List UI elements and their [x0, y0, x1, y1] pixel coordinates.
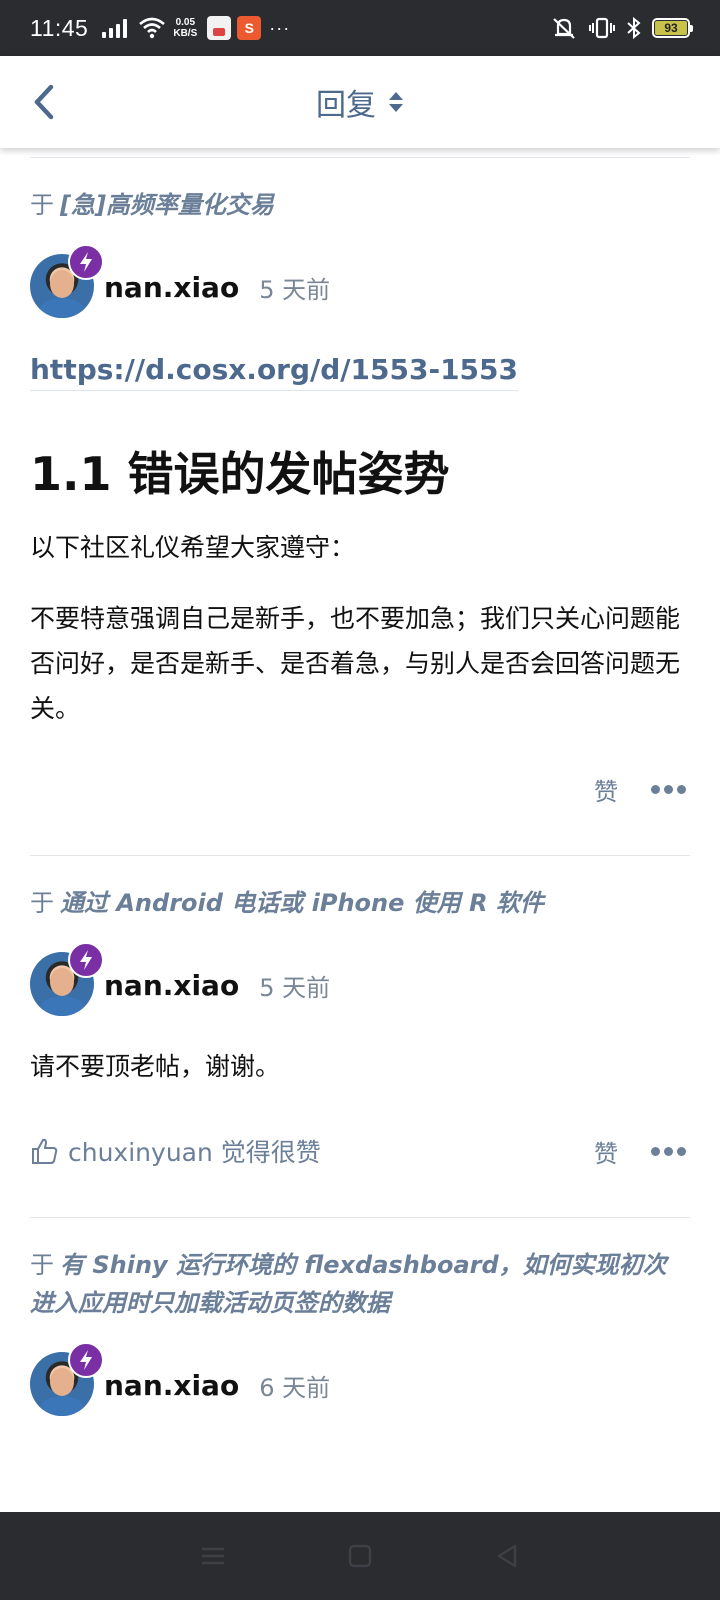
post-paragraph: 请不要顶老帖，谢谢。 — [30, 1052, 281, 1081]
author-name[interactable]: nan.xiao — [104, 271, 239, 304]
more-notifications-icon: ··· — [269, 17, 291, 38]
mute-icon — [553, 18, 575, 39]
post-actions: 赞 — [30, 759, 690, 819]
status-time: 11:45 — [30, 14, 89, 41]
more-options-icon[interactable] — [646, 774, 690, 804]
author-name[interactable]: nan.xiao — [104, 1369, 239, 1402]
menu-icon[interactable] — [199, 1542, 227, 1570]
liked-by-text: chuxinyuan 觉得很赞 — [68, 1138, 321, 1167]
post-context[interactable]: 于 [急]高频率量化交易 — [30, 158, 690, 224]
wifi-icon — [139, 17, 166, 39]
reply-post: 于有 Shiny 运行环境的 flexdashboard，如何实现初次进入应用时… — [30, 1218, 690, 1418]
post-time[interactable]: 6 天前 — [259, 1368, 330, 1403]
sort-icon — [389, 92, 403, 112]
system-nav-bar — [0, 1512, 720, 1600]
like-button[interactable]: 赞 — [586, 772, 626, 807]
reply-post: 于通过 Android 电话或 iPhone 使用 R 软件 nan.xiao … — [30, 856, 690, 1218]
back-button[interactable] — [24, 80, 64, 124]
battery-icon: 93 — [652, 18, 693, 38]
chevron-left-icon — [34, 84, 54, 120]
app-header: 回复 — [0, 56, 720, 148]
app-notification-icon — [207, 16, 232, 40]
back-nav-icon[interactable] — [493, 1542, 521, 1570]
post-context[interactable]: 于通过 Android 电话或 iPhone 使用 R 软件 — [30, 856, 690, 922]
avatar[interactable] — [30, 244, 104, 320]
post-context[interactable]: 于有 Shiny 运行环境的 flexdashboard，如何实现初次进入应用时… — [30, 1218, 690, 1322]
post-paragraph: 不要特意强调自己是新手，也不要加急；我们只关心问题能否问好，是否是新手、是否着急… — [30, 604, 681, 723]
more-options-icon[interactable] — [646, 1136, 690, 1166]
view-selector[interactable]: 回复 — [316, 80, 404, 124]
author-row: nan.xiao 5 天前 — [30, 942, 690, 1018]
post-heading: 1.1 错误的发帖姿势 — [30, 447, 450, 501]
thumbs-up-icon — [32, 1138, 58, 1164]
lightning-badge-icon — [68, 1342, 104, 1378]
post-link[interactable]: https://d.cosx.org/d/1553-1553 — [30, 350, 519, 391]
author-name[interactable]: nan.xiao — [104, 969, 239, 1002]
post-actions: chuxinyuan 觉得很赞 赞 — [30, 1121, 690, 1181]
avatar[interactable] — [30, 1342, 104, 1418]
home-icon[interactable] — [346, 1542, 374, 1570]
lightning-badge-icon — [68, 244, 104, 280]
shop-app-icon: S — [237, 16, 262, 40]
reply-feed: 于 [急]高频率量化交易 nan.xiao 5 天前 https://d.cosx… — [30, 148, 690, 1418]
reply-post: 于 [急]高频率量化交易 nan.xiao 5 天前 https://d.cosx… — [30, 158, 690, 856]
liked-by[interactable]: chuxinyuan 觉得很赞 — [30, 1133, 321, 1169]
avatar[interactable] — [30, 942, 104, 1018]
like-button[interactable]: 赞 — [586, 1134, 626, 1169]
context-topic-link[interactable]: 通过 Android 电话或 iPhone 使用 R 软件 — [60, 889, 544, 917]
page-title: 回复 — [316, 88, 376, 123]
vibrate-icon — [589, 17, 615, 39]
status-bar: 11:45 0.05 KB/S S ··· 93 — [0, 0, 720, 56]
context-prefix: 于 — [30, 889, 54, 917]
post-time[interactable]: 5 天前 — [259, 270, 330, 305]
signal-icon — [102, 18, 128, 38]
divider — [30, 148, 690, 158]
context-prefix: 于 — [30, 1251, 54, 1279]
post-paragraph: 以下社区礼仪希望大家遵守： — [30, 533, 356, 562]
lightning-badge-icon — [68, 942, 104, 978]
bluetooth-icon — [627, 16, 641, 40]
context-prefix: 于 — [30, 191, 54, 219]
context-topic-link[interactable]: [急]高频率量化交易 — [60, 191, 274, 219]
author-row: nan.xiao 5 天前 — [30, 244, 690, 320]
battery-level: 93 — [655, 21, 687, 35]
post-time[interactable]: 5 天前 — [259, 968, 330, 1003]
author-row: nan.xiao 6 天前 — [30, 1342, 690, 1418]
network-speed: 0.05 KB/S — [173, 17, 198, 39]
context-topic-link[interactable]: 有 Shiny 运行环境的 flexdashboard，如何实现初次进入应用时只… — [30, 1251, 667, 1317]
